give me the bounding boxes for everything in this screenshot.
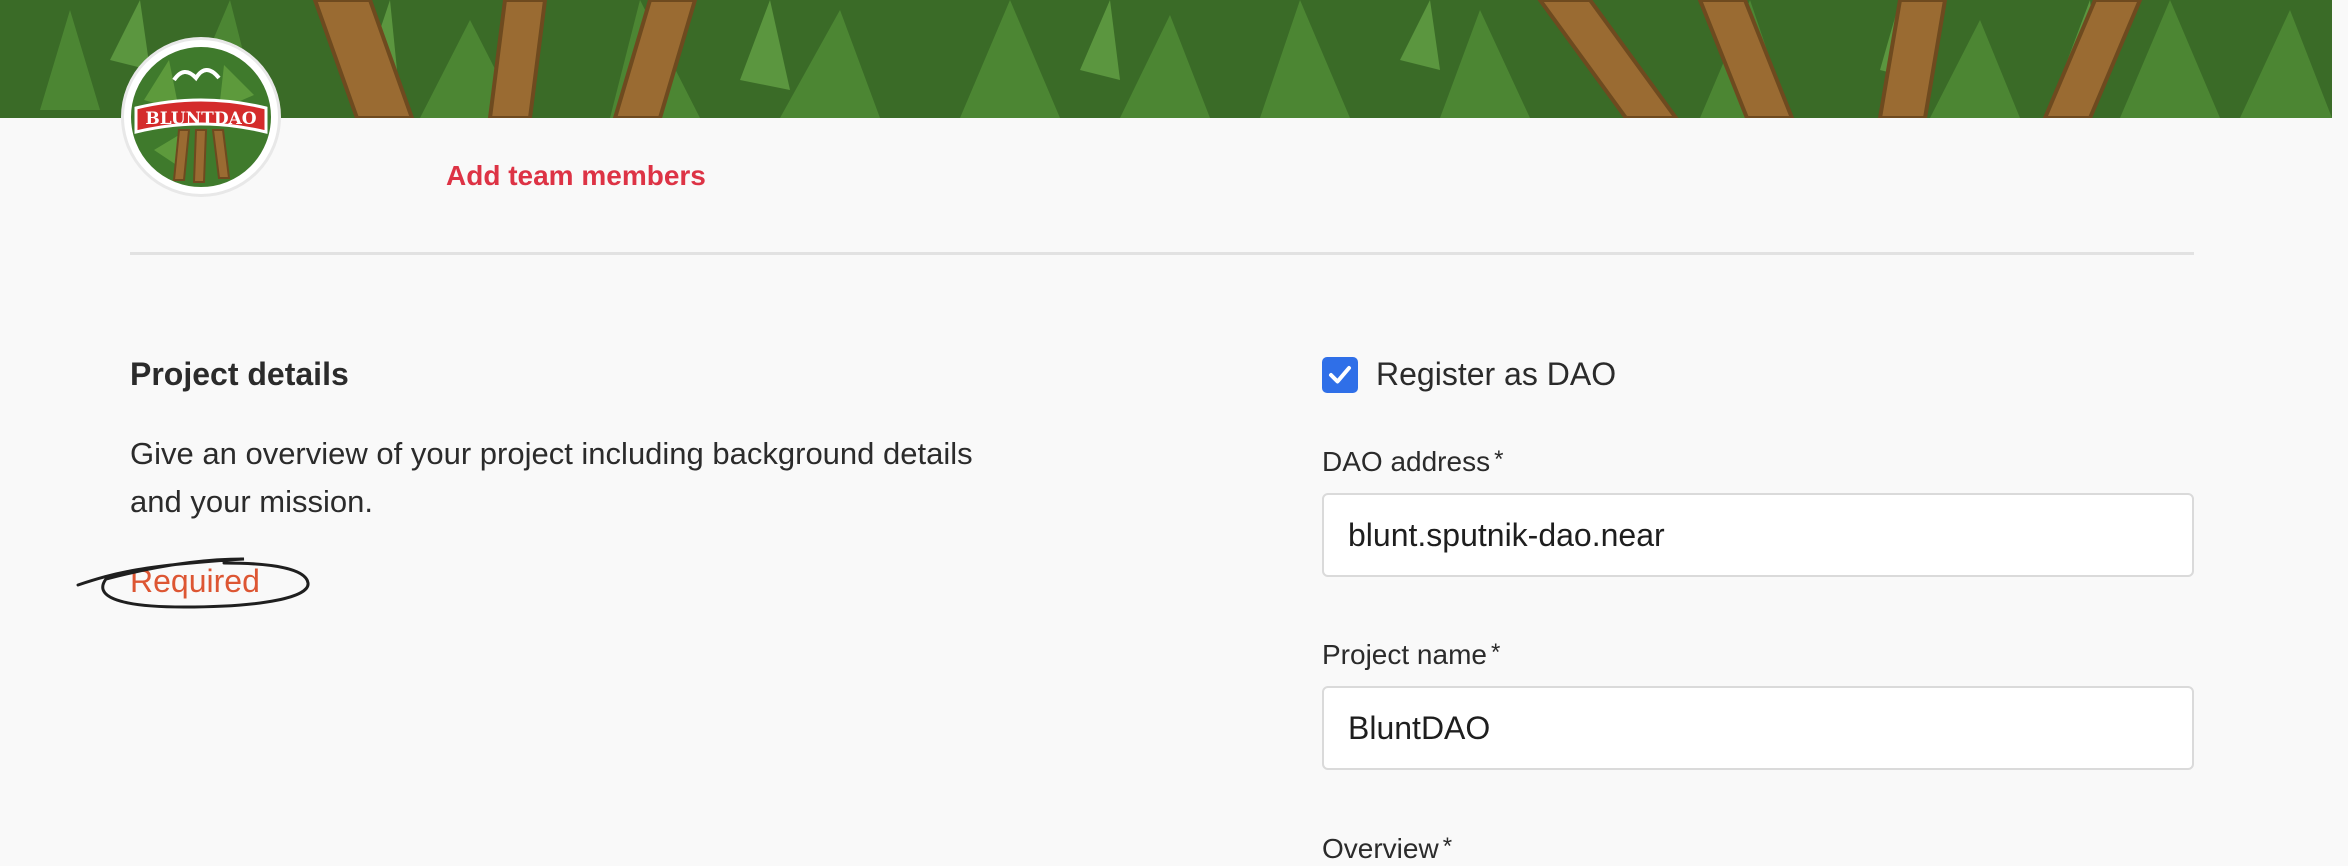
register-dao-label: Register as DAO — [1376, 356, 1617, 392]
project-name-input[interactable] — [1322, 686, 2194, 770]
required-asterisk: * — [1494, 446, 1504, 473]
project-name-label: Project name * — [1322, 639, 1500, 671]
dao-address-label-text: DAO address — [1322, 446, 1491, 477]
register-dao-checkbox[interactable] — [1322, 356, 1358, 393]
section-divider — [130, 252, 2194, 255]
project-name-label-text: Project name — [1322, 639, 1487, 670]
checkmark-icon — [1329, 365, 1351, 383]
dao-address-label: DAO address * — [1322, 446, 1503, 478]
banner-image — [0, 0, 2332, 118]
project-details-description: Give an overview of your project includi… — [130, 436, 973, 519]
add-team-members-link[interactable]: Add team members — [446, 160, 706, 192]
overview-label-text: Overview — [1322, 833, 1439, 864]
logo-text: BLUNTDAO — [145, 109, 256, 129]
register-dao-toggle[interactable]: Register as DAO — [1322, 356, 1616, 393]
project-details-title: Project details — [130, 356, 349, 392]
dao-address-input[interactable] — [1322, 493, 2194, 577]
required-asterisk: * — [1490, 639, 1501, 666]
bluntdao-logo: BLUNTDAO — [127, 43, 275, 191]
project-edit-page: BLUNTDAO Add team members Project detail… — [0, 0, 2348, 866]
overview-label: Overview * — [1322, 833, 1452, 865]
required-asterisk: * — [1442, 833, 1453, 860]
required-note: Required — [130, 563, 260, 599]
project-avatar: BLUNTDAO — [121, 37, 281, 197]
